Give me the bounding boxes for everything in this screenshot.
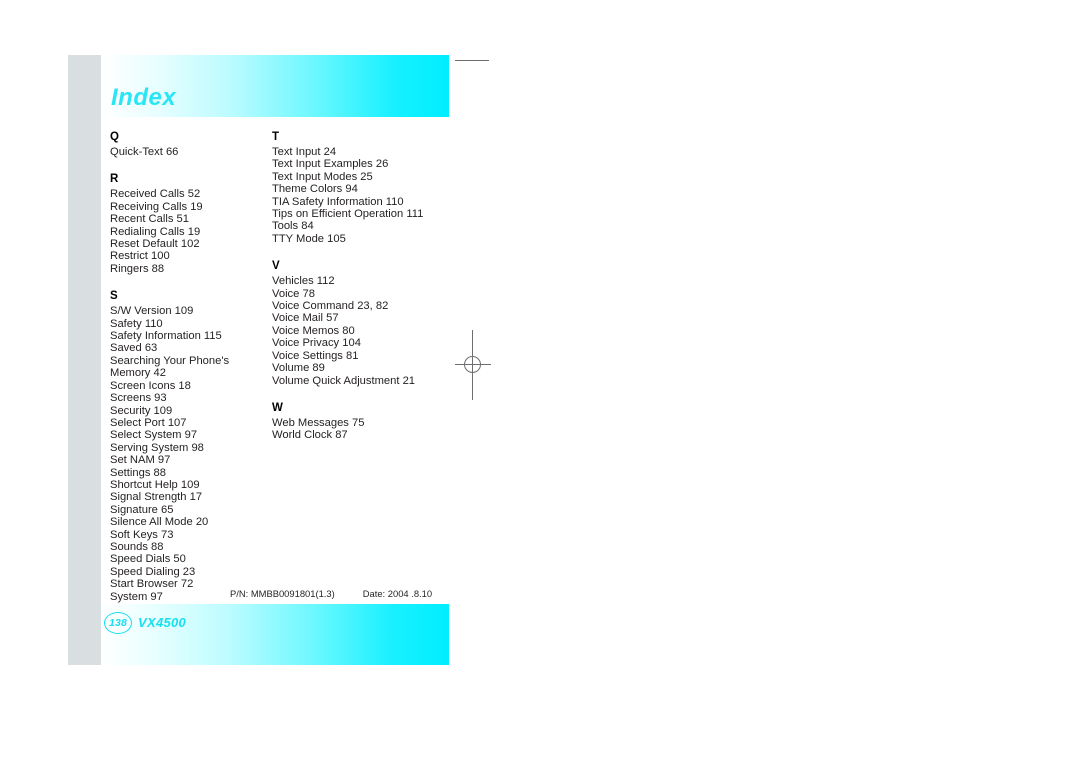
index-entry: Soft Keys 73 (110, 528, 174, 541)
index-entry: Theme Colors 94 (272, 183, 358, 196)
index-section-t: T Text Input 24 Text Input Examples 26 Text… (272, 130, 450, 245)
registration-mark-circle (464, 356, 481, 373)
index-entry: Set NAM 97 (110, 454, 171, 467)
index-entry: Voice Command 23, 82 (272, 300, 389, 313)
print-date: Date: 2004 .8.10 (362, 588, 433, 599)
index-entry: TIA Safety Information 110 (272, 195, 404, 208)
index-entry: Text Input Examples 26 (272, 158, 389, 171)
index-entry: Text Input Modes 25 (272, 170, 373, 183)
index-entry: Recent Calls 51 (110, 213, 189, 226)
index-entry: Voice Privacy 104 (272, 337, 361, 350)
index-entry: Security 109 (110, 404, 173, 417)
index-entry: Web Messages 75 (272, 416, 365, 429)
index-entry: Text Input 24 (272, 146, 337, 158)
index-entry: Sounds 88 (110, 540, 164, 553)
index-entry: Restrict 100 (110, 250, 170, 263)
index-entry: Voice Memos 80 (272, 324, 355, 337)
document-page: Index Q Quick-Text 66 R Received Calls 52 Re… (0, 0, 1080, 763)
page-footer-band (101, 604, 449, 665)
index-section-v: V Vehicles 112 Voice 78 Voice Command 23, 8… (272, 259, 450, 387)
index-entry: Received Calls 52 (110, 188, 201, 201)
index-entry: Silence All Mode 20 (110, 516, 209, 529)
index-entry: World Clock 87 (272, 429, 348, 442)
index-section-q: Q Quick-Text 66 (110, 130, 260, 158)
index-section-letter: S (110, 290, 118, 303)
index-entry: Select Port 107 (110, 416, 187, 429)
index-section-letter: W (272, 401, 283, 414)
part-number: P/N: MMBB0091801(1.3) (230, 588, 335, 599)
index-section-w: W Web Messages 75 World Clock 87 (272, 401, 450, 442)
imprint-line: P/N: MMBB0091801(1.3) Date: 2004 .8.10 (230, 588, 432, 599)
index-entry: Voice Settings 81 (272, 349, 359, 362)
index-entry: Speed Dials 50 (110, 553, 186, 566)
index-entry: Safety 110 (110, 317, 163, 330)
index-entry: Shortcut Help 109 (110, 478, 200, 491)
index-entry: TTY Mode 105 (272, 232, 346, 245)
index-entry: Searching Your Phone's Memory 42 (110, 354, 230, 380)
page-spine-strip (68, 55, 101, 665)
registration-mark-icon (455, 330, 491, 400)
index-section-r: R Received Calls 52 Receiving Calls 19 Rece… (110, 172, 260, 275)
index-entry: Settings 88 (110, 466, 166, 479)
index-entry: Speed Dialing 23 (110, 565, 196, 578)
index-section-letter: R (110, 173, 119, 186)
index-entry: Volume Quick Adjustment 21 (272, 374, 416, 387)
page-title: Index (111, 84, 177, 111)
model-name: VX4500 (138, 615, 187, 630)
index-entry: Voice 78 (272, 287, 315, 300)
index-entry: Quick-Text 66 (110, 146, 179, 158)
index-entry: Saved 63 (110, 342, 158, 355)
index-column-left: Q Quick-Text 66 R Received Calls 52 Receivin… (110, 130, 260, 603)
index-entry: Volume 89 (272, 362, 325, 375)
index-entry: Safety Information 115 (110, 330, 222, 343)
index-entry: Screen Icons 18 (110, 379, 191, 392)
index-entry: Ringers 88 (110, 262, 165, 275)
index-section-letter: Q (110, 131, 119, 143)
index-section-s: S S/W Version 109 Safety 110 Safety Informa… (110, 289, 260, 603)
index-entry: Screens 93 (110, 392, 167, 405)
index-entry: Tools 84 (272, 220, 314, 233)
index-entry: Select System 97 (110, 429, 198, 442)
index-section-letter: T (272, 131, 280, 143)
index-entry: Signature 65 (110, 503, 174, 516)
index-entry: Receiving Calls 19 (110, 200, 203, 213)
index-entry: Redialing Calls 19 (110, 225, 201, 238)
index-entry: Voice Mail 57 (272, 312, 339, 325)
index-entry: Vehicles 112 (272, 275, 335, 288)
index-column-right: T Text Input 24 Text Input Examples 26 Text… (272, 130, 450, 442)
trim-mark-line (455, 60, 489, 61)
index-entry: S/W Version 109 (110, 305, 194, 318)
index-entry: Signal Strength 17 (110, 491, 203, 504)
index-entry: Serving System 98 (110, 441, 204, 454)
index-section-letter: V (272, 260, 280, 273)
index-entry: Tips on Efficient Operation 111 (272, 208, 424, 221)
index-entry: Reset Default 102 (110, 238, 200, 251)
page-number-badge: 138 (104, 612, 132, 634)
